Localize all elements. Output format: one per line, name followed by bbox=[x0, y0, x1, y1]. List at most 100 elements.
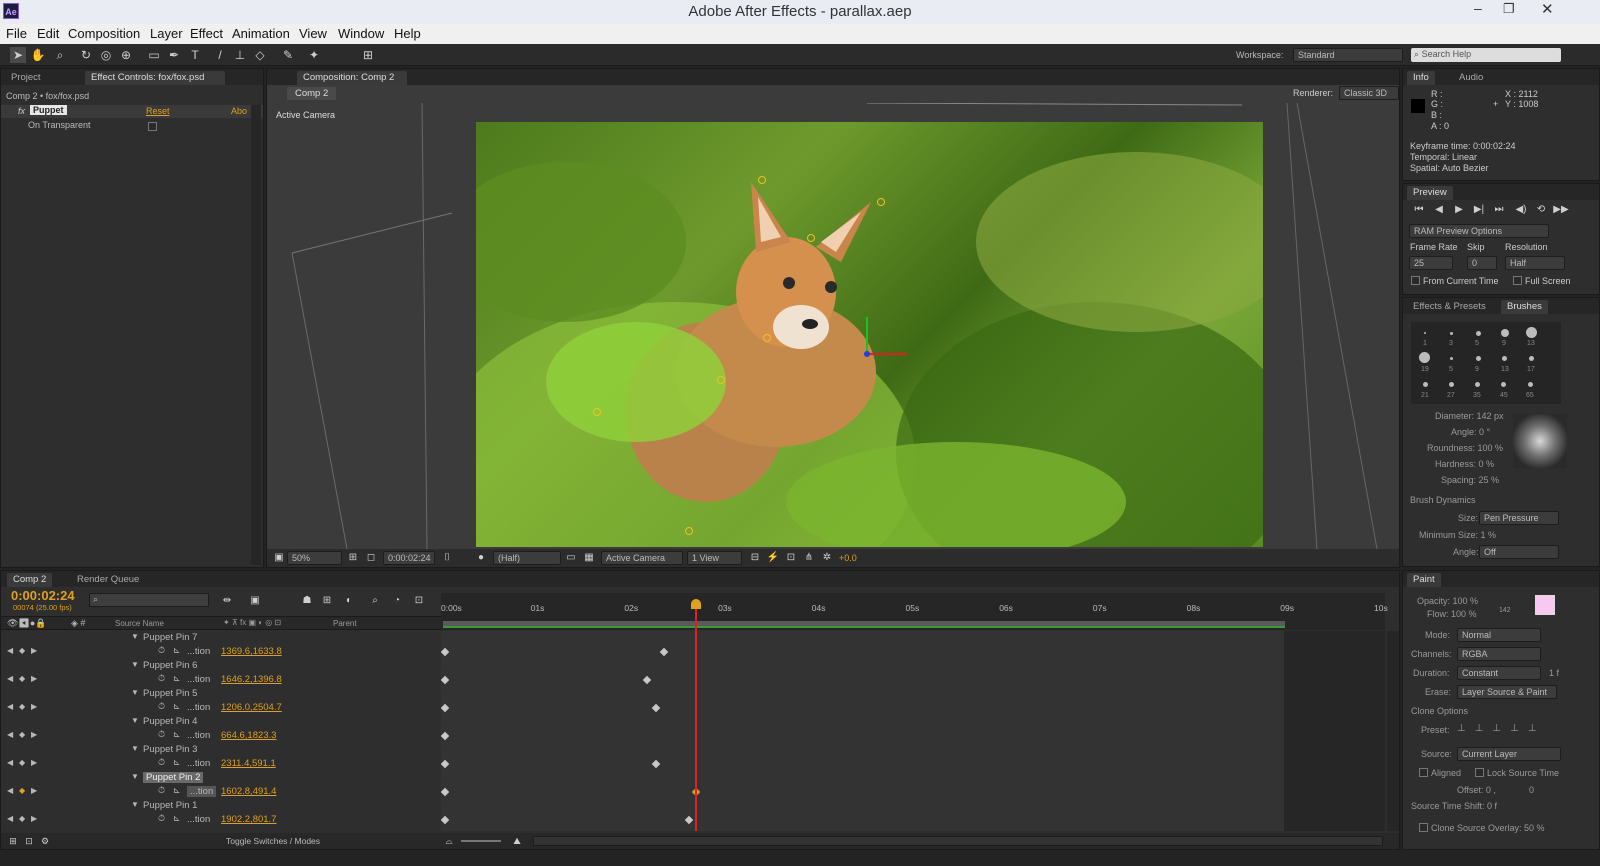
zoom-out-icon[interactable]: ⌓ bbox=[441, 833, 457, 849]
menu-view[interactable]: View bbox=[299, 26, 327, 41]
property-value[interactable]: 1206.0,2504.7 bbox=[221, 702, 282, 713]
keyframe-marker[interactable] bbox=[440, 703, 450, 713]
frame-blending-icon[interactable]: ⊞ bbox=[319, 593, 335, 609]
zoom-select[interactable]: 50% bbox=[287, 551, 342, 565]
source-name-header[interactable]: Source Name bbox=[115, 619, 164, 628]
puppet-pin-row[interactable]: ▼ Puppet Pin 6 bbox=[1, 659, 441, 673]
prev-keyframe-icon[interactable]: ◀ bbox=[7, 730, 13, 739]
brush-spacing[interactable]: Spacing: 25 % bbox=[1441, 475, 1499, 485]
clone-overlay-checkbox[interactable] bbox=[1419, 823, 1428, 832]
position-property-row[interactable]: ◀ ◆ ▶ ⏱ ⊾ ...tion 1602.8,491.4 bbox=[1, 785, 441, 799]
comp-subtab[interactable]: Comp 2 bbox=[287, 87, 337, 100]
pin-name[interactable]: Puppet Pin 1 bbox=[143, 800, 197, 811]
search-help-field[interactable]: ⌕ Search Help bbox=[1411, 48, 1561, 62]
pan-behind-icon[interactable]: ⊕ bbox=[118, 47, 134, 63]
next-keyframe-icon[interactable]: ▶ bbox=[31, 786, 37, 795]
renderer-select[interactable]: Classic 3D bbox=[1339, 86, 1399, 100]
keyframe-marker[interactable] bbox=[440, 787, 450, 797]
comp-viewport[interactable] bbox=[267, 103, 1399, 549]
menu-edit[interactable]: Edit bbox=[37, 26, 59, 41]
prev-keyframe-icon[interactable]: ◀ bbox=[7, 786, 13, 795]
graph-icon[interactable]: ⊾ bbox=[173, 757, 181, 768]
brush-tip[interactable] bbox=[1526, 327, 1537, 338]
axis-mode-icon[interactable]: ⊞ bbox=[360, 47, 376, 63]
draft-3d-icon[interactable]: ▣ bbox=[247, 593, 263, 609]
graph-icon[interactable]: ⊾ bbox=[173, 701, 181, 712]
stopwatch-icon[interactable]: ⏱ bbox=[158, 785, 165, 796]
graph-icon[interactable]: ⊾ bbox=[173, 729, 181, 740]
brush-tip[interactable] bbox=[1419, 352, 1430, 363]
erase-select[interactable]: Layer Source & Paint bbox=[1457, 685, 1557, 699]
prev-keyframe-icon[interactable]: ◀ bbox=[7, 674, 13, 683]
tab-preview[interactable]: Preview bbox=[1407, 186, 1453, 200]
timeline-icon[interactable]: ⊡ bbox=[783, 550, 799, 566]
fx-icon[interactable]: fx bbox=[18, 106, 25, 116]
stopwatch-icon[interactable]: ⏱ bbox=[158, 729, 165, 740]
property-value[interactable]: 1646.2,1396.8 bbox=[221, 674, 282, 685]
tab-composition[interactable]: Composition: Comp 2 bbox=[297, 71, 407, 85]
expand-triangle-icon[interactable]: ▼ bbox=[131, 632, 139, 641]
prev-keyframe-icon[interactable]: ◀ bbox=[7, 702, 13, 711]
brush-diameter[interactable]: Diameter: 142 px bbox=[1435, 411, 1504, 421]
pin-name[interactable]: Puppet Pin 4 bbox=[143, 716, 197, 727]
add-keyframe-icon[interactable]: ◆ bbox=[19, 786, 25, 795]
from-current-checkbox[interactable] bbox=[1411, 276, 1420, 285]
view-layout-select[interactable]: 1 View bbox=[687, 551, 742, 565]
motion-blur-icon[interactable]: ◐ bbox=[341, 593, 357, 609]
expand-triangle-icon[interactable]: ▼ bbox=[131, 744, 139, 753]
property-value[interactable]: 1369.6,1633.8 bbox=[221, 646, 282, 657]
puppet-pin-row[interactable]: ▼ Puppet Pin 3 bbox=[1, 743, 441, 757]
comp-mini-flowchart-icon[interactable]: ⇹ bbox=[219, 593, 235, 609]
pin-name[interactable]: Puppet Pin 7 bbox=[143, 632, 197, 643]
stopwatch-icon[interactable]: ⏱ bbox=[158, 813, 165, 824]
keyframe-marker[interactable] bbox=[651, 759, 660, 769]
brush-tip[interactable] bbox=[1529, 356, 1534, 361]
region-of-interest-icon[interactable]: ▭ bbox=[563, 550, 579, 566]
current-time-field[interactable]: 0:00:02:24 bbox=[383, 551, 435, 565]
property-value[interactable]: 2311.4,591.1 bbox=[221, 758, 276, 769]
layer-search-field[interactable]: ⌕ bbox=[89, 593, 209, 607]
next-keyframe-icon[interactable]: ▶ bbox=[31, 646, 37, 655]
puppet-pin-icon[interactable]: ✦ bbox=[306, 47, 322, 63]
puppet-pin-marker[interactable] bbox=[763, 334, 771, 342]
foreground-color-swatch[interactable] bbox=[1535, 595, 1555, 615]
graph-icon[interactable]: ⊾ bbox=[173, 785, 181, 796]
brush-tip[interactable] bbox=[1501, 329, 1509, 337]
stopwatch-icon[interactable]: ⏱ bbox=[158, 701, 165, 712]
timeline-timecode[interactable]: 0:00:02:24 bbox=[11, 588, 75, 603]
duration-extra[interactable]: 1 f bbox=[1549, 668, 1559, 678]
playhead-handle[interactable] bbox=[691, 599, 702, 609]
prev-frame-icon[interactable]: ◀ bbox=[1431, 202, 1447, 218]
add-keyframe-icon[interactable]: ◆ bbox=[19, 730, 25, 739]
on-transparent-checkbox[interactable] bbox=[148, 122, 157, 131]
pin-name[interactable]: Puppet Pin 5 bbox=[143, 688, 197, 699]
expand-triangle-icon[interactable]: ▼ bbox=[131, 660, 139, 669]
selection-tool-icon[interactable]: ➤ bbox=[10, 47, 26, 63]
snapshot-icon[interactable]: ⌷ bbox=[439, 550, 455, 566]
resolution-select[interactable]: (Half) bbox=[493, 551, 561, 565]
position-property-row[interactable]: ◀ ◆ ▶ ⏱ ⊾ ...tion 1646.2,1396.8 bbox=[1, 673, 441, 687]
effect-scrollbar[interactable] bbox=[251, 105, 261, 565]
rectangle-tool-icon[interactable]: ▭ bbox=[146, 47, 162, 63]
keyframe-marker[interactable] bbox=[440, 647, 450, 657]
pin-name[interactable]: Puppet Pin 2 bbox=[143, 772, 204, 783]
keyframe-area[interactable] bbox=[440, 631, 1385, 831]
ram-preview-icon[interactable]: ▶▶ bbox=[1553, 202, 1569, 218]
minimum-size[interactable]: Minimum Size: 1 % bbox=[1419, 530, 1496, 540]
menu-help[interactable]: Help bbox=[394, 26, 421, 41]
property-value[interactable]: 1602.8,491.4 bbox=[221, 786, 276, 797]
pin-name[interactable]: Puppet Pin 6 bbox=[143, 660, 197, 671]
puppet-pin-row[interactable]: ▼ Puppet Pin 4 bbox=[1, 715, 441, 729]
safe-margins-icon[interactable]: ⊞ bbox=[345, 550, 361, 566]
always-preview-icon[interactable]: ▣ bbox=[271, 550, 287, 566]
puppet-pin-marker[interactable] bbox=[717, 376, 725, 384]
next-frame-icon[interactable]: ▶| bbox=[1471, 202, 1487, 218]
tab-brushes[interactable]: Brushes bbox=[1501, 300, 1548, 314]
zoom-tool-icon[interactable]: ⌕ bbox=[52, 47, 68, 63]
brush-tip[interactable] bbox=[1476, 356, 1481, 361]
timeline-vscroll[interactable] bbox=[1387, 631, 1399, 831]
prev-keyframe-icon[interactable]: ◀ bbox=[7, 814, 13, 823]
stopwatch-icon[interactable]: ⏱ bbox=[158, 673, 165, 684]
audio-icon[interactable]: ◀) bbox=[1513, 202, 1529, 218]
first-frame-icon[interactable]: ⏮ bbox=[1411, 202, 1427, 218]
